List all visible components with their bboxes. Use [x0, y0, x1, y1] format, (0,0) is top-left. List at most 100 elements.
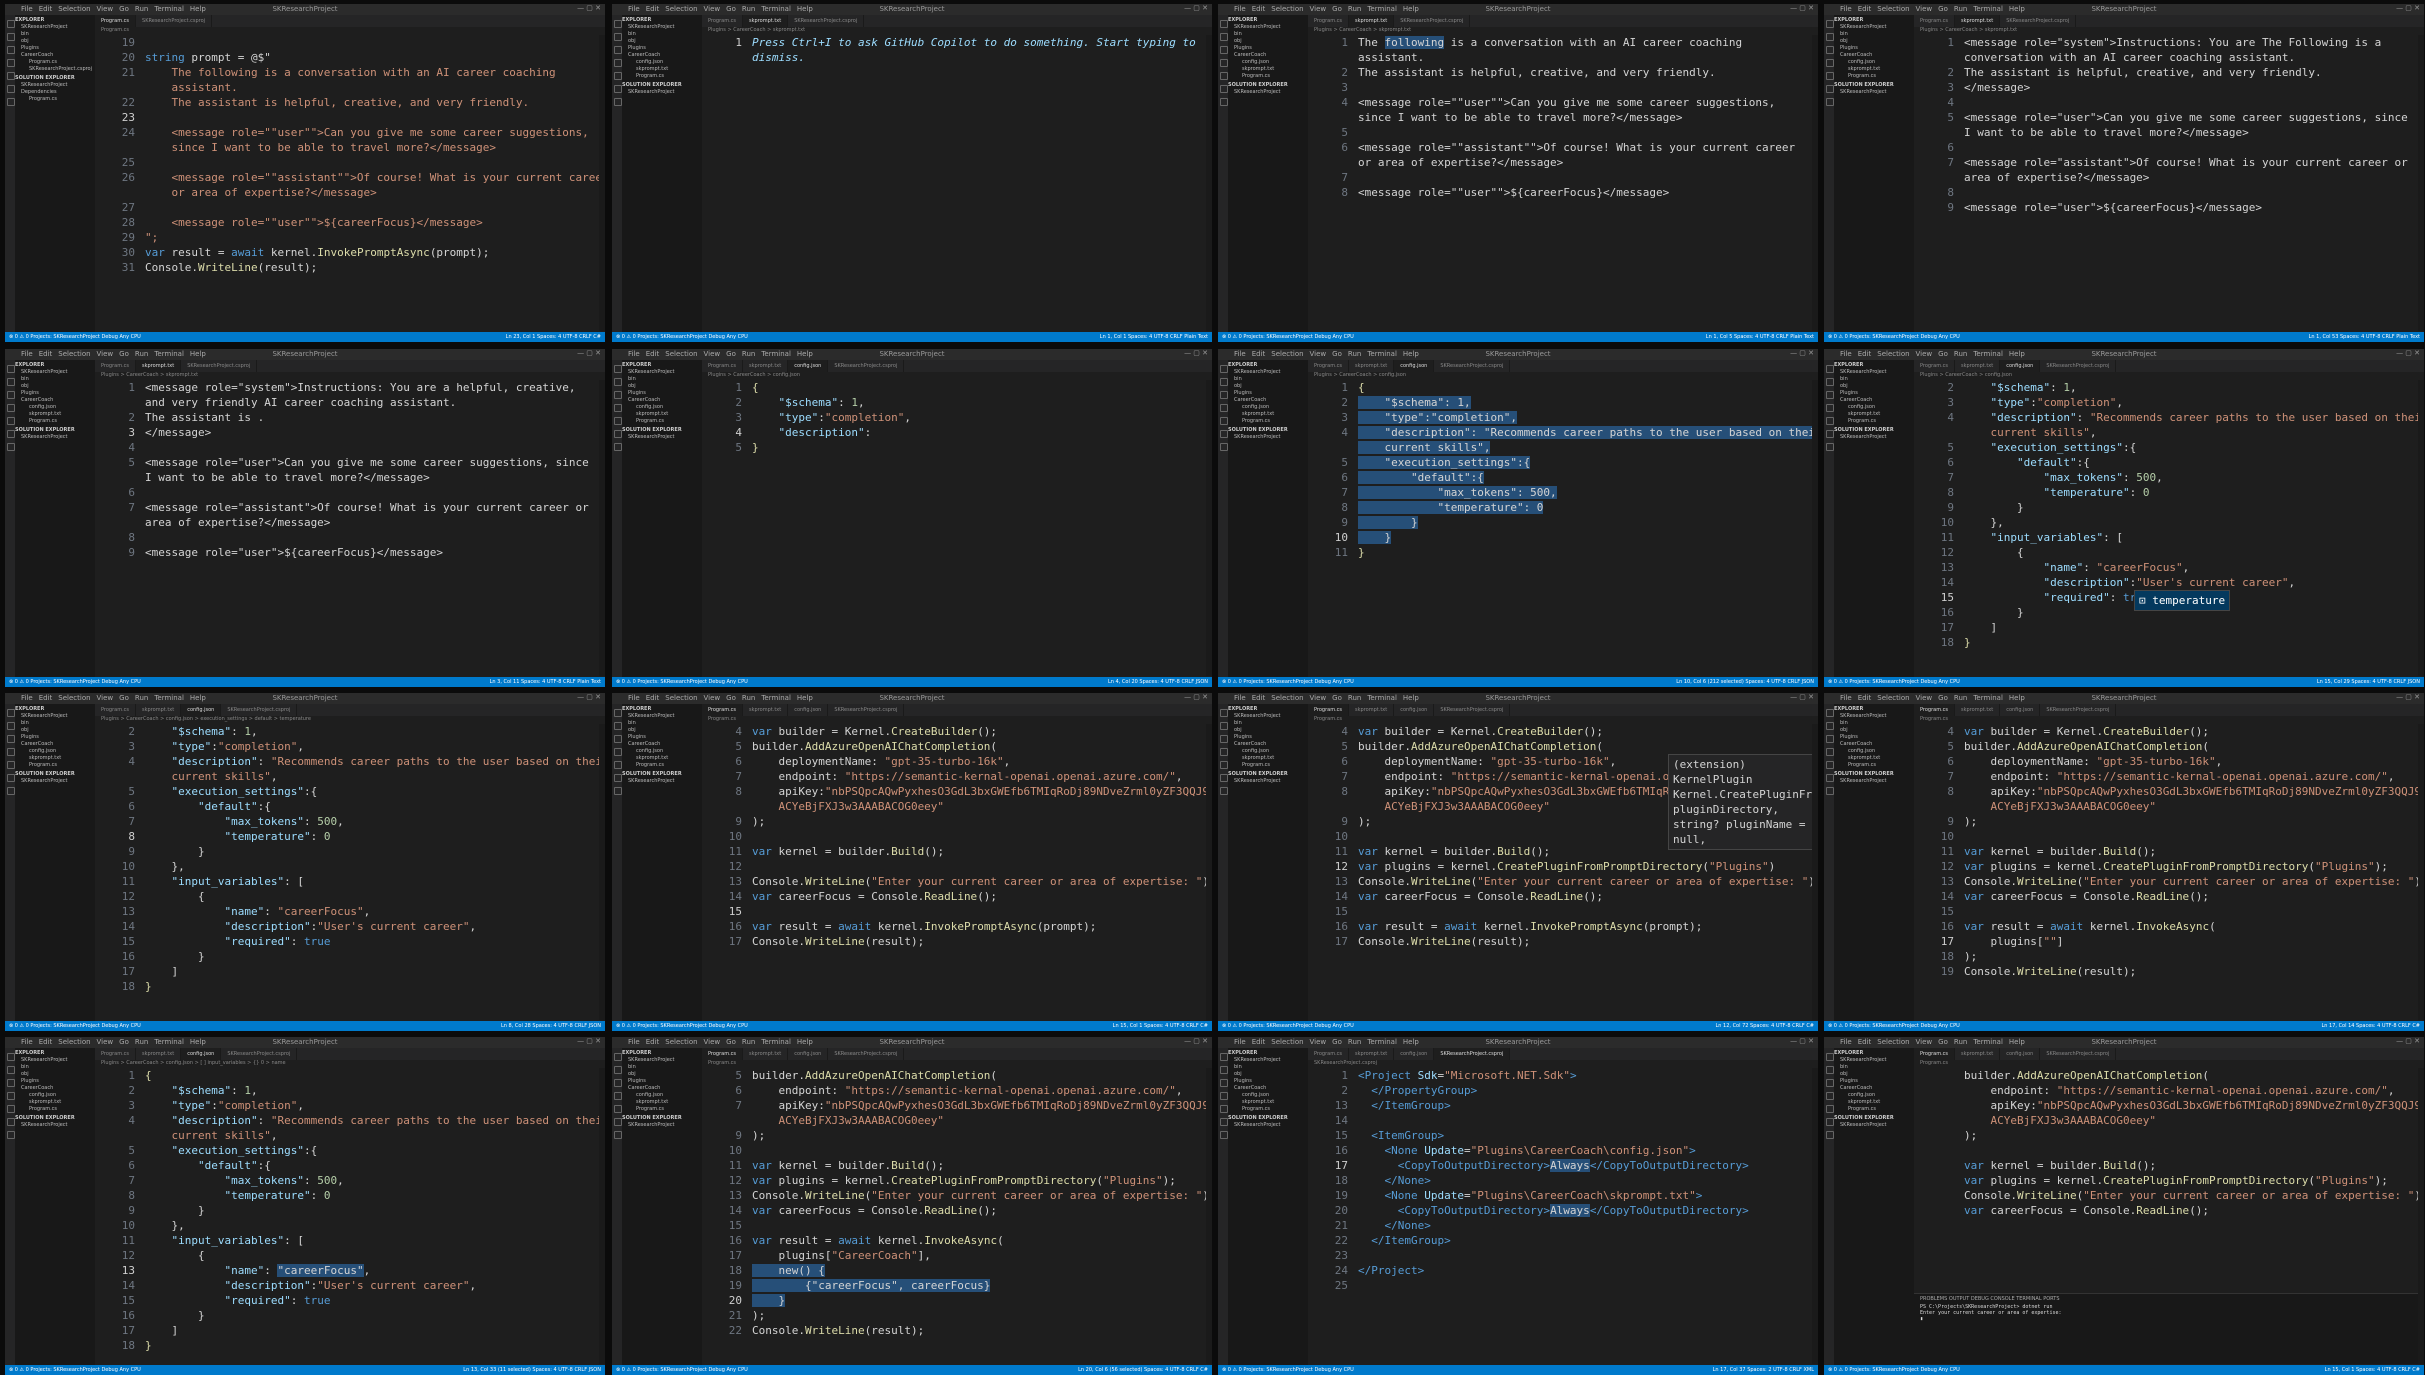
editor-tab[interactable]: SKResearchProject.csproj [828, 360, 905, 372]
editor-tab[interactable]: Program.cs [702, 360, 744, 372]
extensions-icon[interactable] [1220, 417, 1228, 425]
run-debug-icon[interactable] [7, 748, 15, 756]
sidebar-item[interactable]: CareerCoach [1834, 397, 1914, 404]
sidebar-item[interactable]: config.json [1228, 59, 1308, 66]
editor-tab[interactable]: skprompt.txt [743, 1048, 789, 1060]
extensions-icon[interactable] [7, 417, 15, 425]
sidebar-item[interactable]: obj [1834, 383, 1914, 390]
status-right[interactable]: Ln 15, Col 29 Spaces: 4 UTF-8 CRLF JSON [2317, 677, 2420, 687]
status-left[interactable]: ⊗ 0 ⚠ 0 Projects: SKResearchProject Debu… [616, 1021, 748, 1031]
window-controls[interactable]: — ▢ ✕ [577, 4, 601, 12]
files-icon[interactable] [1220, 20, 1228, 28]
editor-tab[interactable]: skprompt.txt [1349, 1048, 1395, 1060]
sidebar-item[interactable]: obj [15, 383, 95, 390]
status-left[interactable]: ⊗ 0 ⚠ 0 Projects: SKResearchProject Debu… [616, 332, 748, 342]
sidebar-item[interactable]: SKResearchProject [1228, 1122, 1308, 1129]
sidebar-item[interactable]: Program.cs [15, 59, 95, 66]
gear-icon[interactable] [1826, 443, 1834, 451]
gear-icon[interactable] [1826, 1131, 1834, 1139]
sidebar-item[interactable]: obj [15, 727, 95, 734]
sidebar-item[interactable]: SKResearchProject [15, 434, 95, 441]
sidebar-item[interactable]: CareerCoach [1834, 52, 1914, 59]
sidebar-item[interactable]: Program.cs [622, 73, 702, 80]
vertical-scrollbar[interactable] [1206, 35, 1212, 331]
run-debug-icon[interactable] [614, 404, 622, 412]
code-editor[interactable]: 1 <message role="system">Instructions: Yo… [95, 380, 599, 676]
gear-icon[interactable] [1220, 443, 1228, 451]
sidebar-item[interactable]: Program.cs [15, 96, 95, 103]
window-controls[interactable]: — ▢ ✕ [2396, 349, 2420, 357]
sidebar-item[interactable]: Plugins [15, 45, 95, 52]
sidebar-item[interactable]: config.json [1228, 1092, 1308, 1099]
vertical-scrollbar[interactable] [2418, 724, 2424, 1020]
sidebar-item[interactable]: Program.cs [15, 762, 95, 769]
vertical-scrollbar[interactable] [599, 35, 605, 331]
sidebar-item[interactable]: skprompt.txt [1834, 411, 1914, 418]
editor-tab[interactable]: config.json [788, 360, 829, 372]
editor-tab[interactable]: skprompt.txt [743, 704, 789, 716]
code-editor[interactable]: 1{2 "$schema": 1, 3 "type":"completion", 4… [95, 1068, 599, 1364]
status-left[interactable]: ⊗ 0 ⚠ 0 Projects: SKResearchProject Debu… [1828, 1365, 1960, 1375]
extensions-icon[interactable] [1826, 417, 1834, 425]
extensions-icon[interactable] [614, 72, 622, 80]
sidebar-item[interactable]: CareerCoach [622, 397, 702, 404]
sidebar-item[interactable]: SKResearchProject [1228, 1057, 1308, 1064]
code-editor[interactable]: 4 var builder = Kernel.CreateBuilder(); 5 b… [1914, 724, 2418, 1020]
run-debug-icon[interactable] [1220, 748, 1228, 756]
search-icon[interactable] [614, 722, 622, 730]
breadcrumb[interactable]: Program.cs [1920, 1060, 2424, 1067]
sidebar-item[interactable]: SKResearchProject [1834, 89, 1914, 96]
extensions-icon[interactable] [1826, 761, 1834, 769]
gear-icon[interactable] [7, 1131, 15, 1139]
sidebar-item[interactable]: CareerCoach [15, 741, 95, 748]
account-icon[interactable] [1220, 774, 1228, 782]
account-icon[interactable] [614, 430, 622, 438]
files-icon[interactable] [614, 20, 622, 28]
window-controls[interactable]: — ▢ ✕ [1184, 693, 1208, 701]
account-icon[interactable] [1826, 774, 1834, 782]
sidebar-item[interactable]: config.json [15, 748, 95, 755]
editor-tab[interactable]: config.json [181, 1048, 222, 1060]
status-left[interactable]: ⊗ 0 ⚠ 0 Projects: SKResearchProject Debu… [1828, 1021, 1960, 1031]
sidebar-item[interactable]: config.json [1228, 748, 1308, 755]
sidebar-item[interactable]: skprompt.txt [622, 66, 702, 73]
sidebar-item[interactable]: Program.cs [1834, 1106, 1914, 1113]
search-icon[interactable] [1220, 722, 1228, 730]
editor-tab[interactable]: Program.cs [95, 15, 137, 27]
search-icon[interactable] [1220, 378, 1228, 386]
status-left[interactable]: ⊗ 0 ⚠ 0 Projects: SKResearchProject Debu… [1222, 332, 1354, 342]
sidebar-item[interactable]: SKResearchProject [15, 1122, 95, 1129]
editor-tab[interactable]: SKResearchProject.csproj [1434, 1048, 1511, 1060]
account-icon[interactable] [1826, 85, 1834, 93]
source-control-icon[interactable] [614, 391, 622, 399]
vertical-scrollbar[interactable] [599, 724, 605, 1020]
sidebar-item[interactable]: bin [622, 376, 702, 383]
extensions-icon[interactable] [1826, 72, 1834, 80]
extensions-icon[interactable] [1826, 1105, 1834, 1113]
editor-tab[interactable]: Program.cs [1308, 1048, 1350, 1060]
search-icon[interactable] [7, 1066, 15, 1074]
sidebar-item[interactable]: bin [15, 376, 95, 383]
sidebar-item[interactable]: skprompt.txt [15, 1099, 95, 1106]
vertical-scrollbar[interactable] [599, 1068, 605, 1364]
breadcrumb[interactable]: Plugins > CareerCoach > skprompt.txt [1920, 27, 2424, 34]
sidebar-item[interactable]: obj [1834, 38, 1914, 45]
sidebar-item[interactable]: bin [1834, 720, 1914, 727]
editor-tab[interactable]: Program.cs [702, 1048, 744, 1060]
editor-tab[interactable]: SKResearchProject.csproj [828, 704, 905, 716]
account-icon[interactable] [1826, 430, 1834, 438]
sidebar-item[interactable]: config.json [1834, 404, 1914, 411]
sidebar-item[interactable]: CareerCoach [1228, 1085, 1308, 1092]
sidebar-item[interactable]: obj [622, 727, 702, 734]
editor-tab[interactable]: skprompt.txt [1955, 360, 2001, 372]
editor-tab[interactable]: SKResearchProject.csproj [828, 1048, 905, 1060]
run-debug-icon[interactable] [1826, 748, 1834, 756]
sidebar-item[interactable]: skprompt.txt [1228, 66, 1308, 73]
sidebar-item[interactable]: config.json [622, 404, 702, 411]
code-editor[interactable]: 2 "$schema": 1, 3 "type":"completion", 4 "… [1914, 380, 2418, 676]
editor-tab[interactable]: Program.cs [95, 360, 137, 372]
sidebar-item[interactable]: config.json [622, 1092, 702, 1099]
code-editor[interactable]: 1 The following is a conversation with an… [1308, 35, 1812, 331]
extensions-icon[interactable] [614, 1105, 622, 1113]
sidebar-item[interactable]: config.json [1228, 404, 1308, 411]
